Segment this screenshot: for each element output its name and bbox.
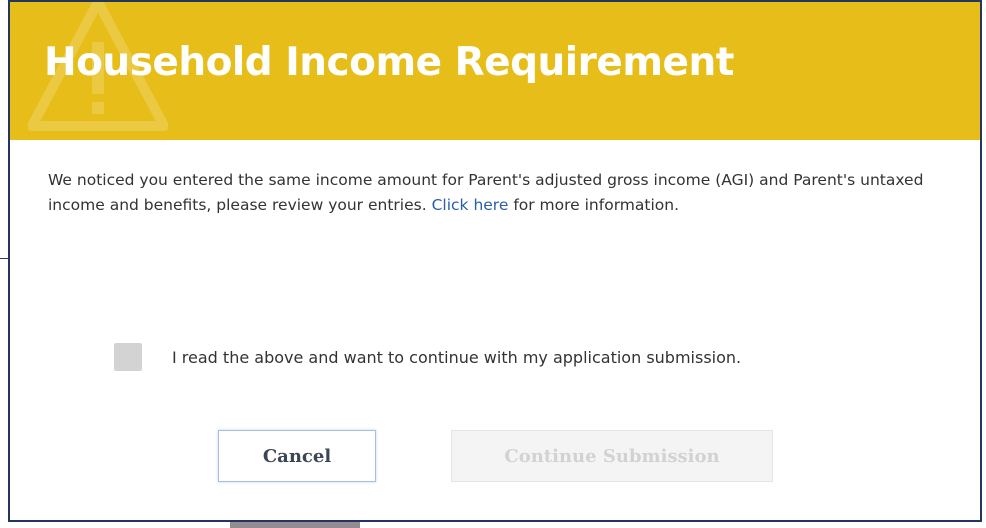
dialog-title: Household Income Requirement xyxy=(44,40,734,85)
acknowledge-checkbox[interactable] xyxy=(114,343,142,371)
more-info-link[interactable]: Click here xyxy=(432,196,509,214)
dialog-message: We noticed you entered the same income a… xyxy=(48,168,948,218)
continue-submission-button[interactable]: Continue Submission xyxy=(451,430,773,482)
page: Household Income Requirement We noticed … xyxy=(0,0,986,528)
dialog-message-tail: for more information. xyxy=(513,196,680,214)
acknowledge-row: I read the above and want to continue wi… xyxy=(114,340,741,374)
dialog-header: Household Income Requirement xyxy=(10,2,980,140)
cancel-button[interactable]: Cancel xyxy=(218,430,376,482)
acknowledge-label[interactable]: I read the above and want to continue wi… xyxy=(172,348,741,367)
